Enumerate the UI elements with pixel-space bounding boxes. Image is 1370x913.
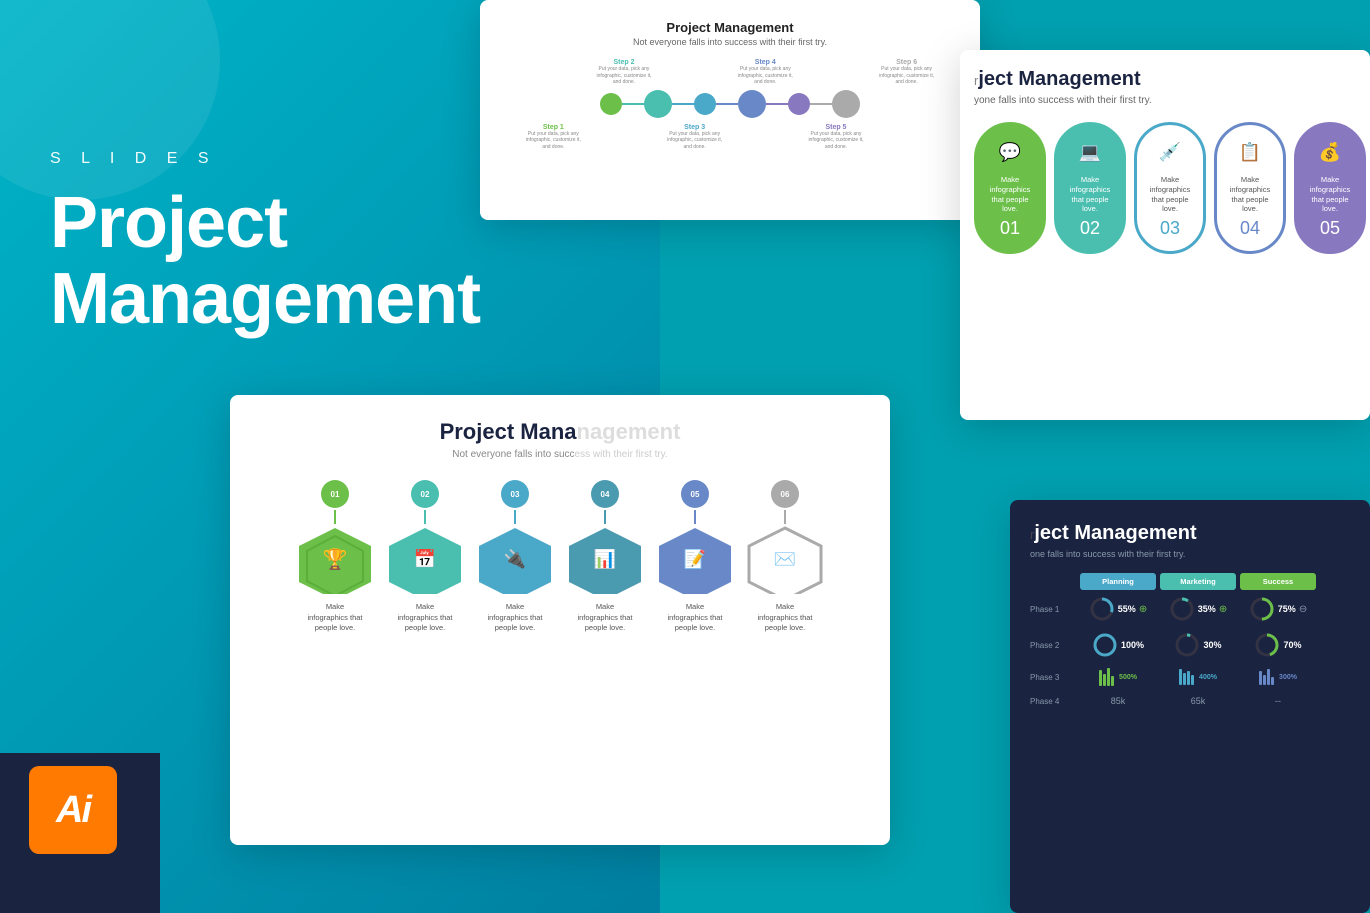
table-header: Planning Marketing Success — [1030, 573, 1350, 590]
hex-item-6: 06 ✉️ Makeinfographics thatpeople love. — [740, 480, 830, 634]
table-row-phase4: Phase 4 85k 65k -- — [1030, 696, 1350, 706]
slide-hex: Project Mananagement Not everyone falls … — [230, 395, 890, 845]
step-2-circle — [644, 90, 672, 118]
num-card-3: 💉 Make infographics that people love. 03 — [1134, 122, 1206, 254]
col-header-success: Success — [1240, 573, 1316, 590]
hex-item-1: 01 🏆 Makeinfographics thatpeople love. — [290, 480, 380, 634]
num-card-1: 💬 Make infographics that people love. 01 — [974, 122, 1046, 254]
slide-steps: Project Management Not everyone falls in… — [480, 0, 980, 220]
hex-item-3: 03 🔌 Makeinfographics thatpeople love. — [470, 480, 560, 634]
col-header-marketing: Marketing — [1160, 573, 1236, 590]
step-5-circle — [788, 93, 810, 115]
slide-dark: rject Management one falls into success … — [1010, 500, 1370, 913]
hex-item-5: 05 📝 Makeinfographics thatpeople love. — [650, 480, 740, 634]
phase3-label: Phase 3 — [1030, 673, 1076, 682]
step-6-circle — [832, 90, 860, 118]
hex-item-2: 02 📅 Makeinfographics thatpeople love. — [380, 480, 470, 634]
phase1-ring-2 — [1169, 596, 1195, 622]
dark-title: rject Management — [1030, 522, 1350, 545]
phase2-ring-2 — [1174, 632, 1200, 658]
phase2-label: Phase 2 — [1030, 641, 1076, 650]
num-cards-row: 💬 Make infographics that people love. 01… — [974, 122, 1356, 254]
phase1-ring-1 — [1089, 596, 1115, 622]
numbered-cards-title: rject Management — [974, 68, 1356, 91]
left-panel: S L I D E S Project Management — [50, 150, 480, 337]
dark-subtitle: one falls into success with their first … — [1030, 549, 1350, 559]
phase1-label: Phase 1 — [1030, 605, 1076, 614]
dark-table: Planning Marketing Success Phase 1 55% ⊕ — [1030, 573, 1350, 706]
phase2-ring-3 — [1254, 632, 1280, 658]
hex-title: Project Mananagement — [260, 419, 860, 445]
step-1-circle — [600, 93, 622, 115]
steps-subtitle: Not everyone falls into success with the… — [508, 37, 952, 47]
hex-row: 01 🏆 Makeinfographics thatpeople love. 0… — [260, 480, 860, 634]
phase4-label: Phase 4 — [1030, 697, 1076, 706]
phase1-ring-3 — [1249, 596, 1275, 622]
table-row-phase3: Phase 3 500% — [1030, 668, 1350, 686]
col-header-planning: Planning — [1080, 573, 1156, 590]
main-title: Project Management — [50, 186, 480, 337]
step-4-circle — [738, 90, 766, 118]
slides-label: S L I D E S — [50, 150, 480, 168]
num-card-4: 📋 Make infographics that people love. 04 — [1214, 122, 1286, 254]
num-card-2: 💻 Make infographics that people love. 02 — [1054, 122, 1126, 254]
ai-badge: Ai — [18, 755, 128, 865]
table-row-phase1: Phase 1 55% ⊕ 35% ⊕ — [1030, 596, 1350, 622]
hex-item-4: 04 📊 Makeinfographics thatpeople love. — [560, 480, 650, 634]
phase2-ring-1 — [1092, 632, 1118, 658]
num-card-5: 💰 Make infographics that people love. 05 — [1294, 122, 1366, 254]
hex-subtitle: Not everyone falls into success with the… — [260, 449, 860, 460]
table-row-phase2: Phase 2 100% 30% — [1030, 632, 1350, 658]
steps-title: Project Management — [508, 20, 952, 35]
slide-numbered-cards: rject Management yone falls into success… — [960, 50, 1370, 420]
numbered-cards-subtitle: yone falls into success with their first… — [974, 95, 1356, 106]
step-3-circle — [694, 93, 716, 115]
ai-badge-text: Ai — [29, 766, 117, 854]
